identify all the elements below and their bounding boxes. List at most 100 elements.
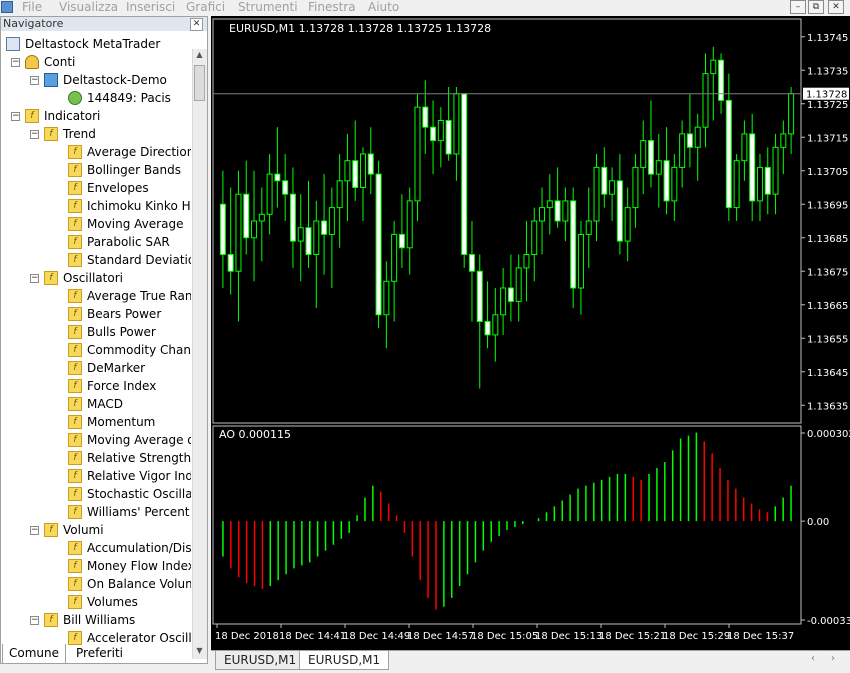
price-tick-label: 1.13745 (807, 33, 848, 44)
chart-window[interactable]: 1.13745 1.13735 1.13725 1.13715 1.13705 1.136… (211, 16, 850, 650)
chart-tab-1[interactable]: EURUSD,M1 (215, 651, 306, 670)
time-tick-label: 18 Dec 14:57 (407, 631, 474, 642)
indicator-icon: f (68, 253, 82, 267)
time-tick-label: 18 Dec 15:21 (599, 631, 666, 642)
price-tick-label: 1.13705 (807, 167, 848, 178)
minimize-button[interactable]: – (790, 0, 806, 14)
indicator-icon: f (68, 379, 82, 393)
indicator-icon: f (68, 235, 82, 249)
expand-toggle-icon[interactable]: − (30, 616, 39, 625)
candle-body (484, 321, 491, 336)
navigator-close-button[interactable]: ✕ (190, 18, 203, 31)
price-tick-label: 1.13695 (807, 200, 848, 211)
candle-body (422, 106, 429, 128)
app-icon[interactable] (1, 1, 13, 13)
time-tick-label: 18 Dec 15:13 (535, 631, 602, 642)
expand-toggle-icon[interactable]: − (30, 76, 39, 85)
indicator-tick-label: 0.00 (807, 517, 829, 528)
candle-body (780, 133, 787, 148)
indicator-icon: f (68, 289, 82, 303)
candle-body (640, 140, 647, 168)
time-tick-label: 18 Dec 2018 (215, 631, 279, 642)
indicator-icon: f (68, 163, 82, 177)
candle-body (383, 280, 390, 316)
menu-file[interactable]: File (22, 0, 42, 14)
tree-item-label: 144849: Pacis (87, 91, 171, 105)
tree-item-label: Relative Strength In (87, 451, 191, 465)
close-button[interactable]: ✕ (828, 0, 844, 14)
expand-toggle-icon[interactable]: − (30, 130, 39, 139)
indicator-icon: f (68, 415, 82, 429)
tree-item-label: Envelopes (87, 181, 149, 195)
indicator-icon: f (68, 505, 82, 519)
price-tick-label: 1.13675 (807, 267, 848, 278)
accounts-icon (25, 55, 39, 69)
menu-tools[interactable]: Strumenti (238, 0, 298, 14)
tabs-scroll-left-icon[interactable]: ‹ (811, 653, 815, 664)
candle-body (507, 287, 514, 302)
tree-item-label: Commodity Chann (87, 343, 191, 357)
indicator-icon: f (68, 343, 82, 357)
candle-body (764, 166, 771, 195)
indicator-icon: f (68, 361, 82, 375)
tree-item-label: Williams' Percent R (87, 505, 191, 519)
scroll-up-icon[interactable]: ▲ (194, 49, 205, 61)
indicator-icon: f (68, 559, 82, 573)
candle-body (725, 99, 732, 209)
chart-header: EURUSD,M1 1.13728 1.13728 1.13725 1.1372… (229, 22, 491, 35)
menu-charts[interactable]: Grafici (186, 0, 225, 14)
time-tick-label: 18 Dec 14:49 (343, 631, 410, 642)
tree-item-label: Accelerator Oscillat (87, 631, 191, 645)
candle-body (679, 133, 686, 168)
navigator-title: Navigatore (1, 17, 207, 31)
candle-body (523, 254, 530, 269)
candle-body (430, 126, 437, 142)
candle-body (492, 314, 499, 336)
restore-button[interactable]: ⧉ (808, 0, 824, 14)
tree-item-label: Oscillatori (63, 271, 123, 285)
candle-body (554, 200, 561, 222)
menu-view[interactable]: Visualizza (59, 0, 118, 14)
price-tick-label: 1.13685 (807, 234, 848, 245)
candle-body (360, 153, 366, 188)
tree-item-label: On Balance Volume (87, 577, 191, 591)
expand-toggle-icon[interactable]: − (30, 526, 39, 535)
candle-body (749, 133, 756, 202)
expand-toggle-icon[interactable]: − (11, 58, 20, 67)
tree-item-label: Volumes (87, 595, 138, 609)
expand-toggle-icon[interactable]: − (30, 274, 39, 283)
candle-body (414, 106, 421, 202)
tab-common[interactable]: Comune (2, 644, 67, 664)
price-tick-label: 1.13735 (807, 66, 848, 77)
tree-item-label: Force Index (87, 379, 157, 393)
navigator-tabs: Comune Preferiti (0, 644, 208, 664)
menu-window[interactable]: Finestra (308, 0, 356, 14)
menu-help[interactable]: Aiuto (368, 0, 399, 14)
price-tick-label: 1.13715 (807, 133, 848, 144)
candle-body (437, 120, 444, 142)
tab-favorites[interactable]: Preferiti (70, 644, 129, 663)
candle-body (655, 160, 662, 175)
candle-body (398, 233, 405, 249)
candle-body (515, 267, 522, 302)
chart-canvas[interactable]: 1.13745 1.13735 1.13725 1.13715 1.13705 1.136… (211, 16, 850, 650)
menu-insert[interactable]: Inserisci (126, 0, 175, 14)
indicator-icon: f (68, 145, 82, 159)
candle-body (539, 207, 546, 222)
candle-body (313, 220, 320, 255)
indicator-icon: f (68, 181, 82, 195)
chart-tab-2[interactable]: EURUSD,M1 (299, 651, 390, 670)
candle-body (663, 160, 670, 202)
indicator-label: AO 0.000115 (219, 428, 291, 441)
indicator-icon: f (68, 307, 82, 321)
expand-toggle-icon[interactable]: − (11, 112, 20, 121)
navigator-scrollbar[interactable]: ▲ ▼ (192, 49, 207, 659)
candle-body (616, 180, 623, 242)
candle-body (243, 193, 250, 239)
tree-item-label: Bill Williams (63, 613, 136, 627)
server-icon (44, 73, 58, 87)
tabs-scroll-right-icon[interactable]: › (831, 653, 835, 664)
indicator-icon: f (44, 523, 58, 537)
scroll-thumb[interactable] (194, 65, 205, 101)
candle-body (648, 140, 654, 175)
